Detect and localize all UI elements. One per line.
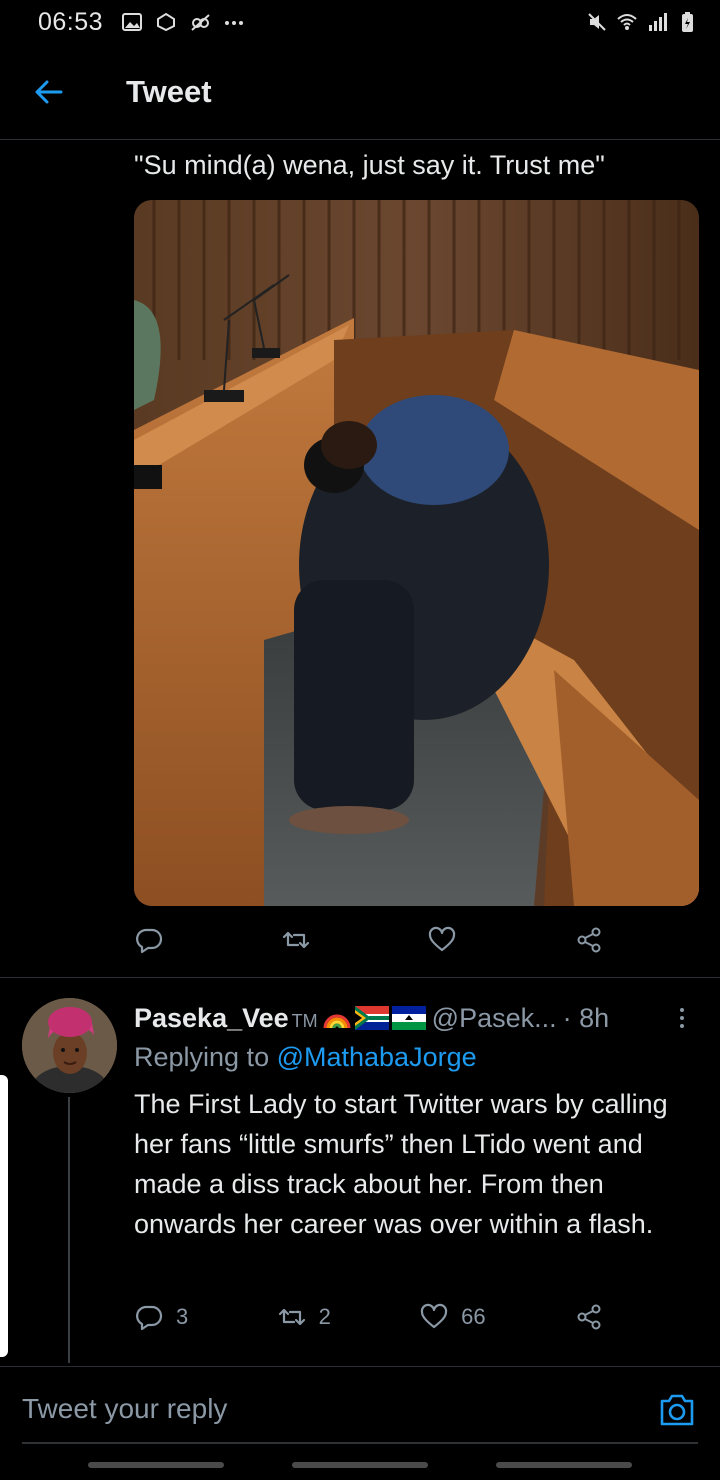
share-button[interactable] <box>574 925 604 955</box>
like-count: 66 <box>461 1304 486 1329</box>
reply-button[interactable] <box>134 925 164 955</box>
tweet-text: "Su mind(a) wena, just say it. Trust me" <box>134 150 605 180</box>
reply-actions: 3 2 66 <box>134 1302 604 1332</box>
name-emojis <box>322 1006 426 1030</box>
nav-recents-handle[interactable] <box>88 1462 224 1468</box>
avatar[interactable] <box>22 998 117 1093</box>
reply-count: 3 <box>176 1304 189 1329</box>
retweet-count: 2 <box>318 1304 331 1329</box>
lesotho-flag <box>391 1006 426 1030</box>
more-dots-icon <box>223 11 245 33</box>
battery-icon <box>676 11 698 33</box>
replying-to-mention[interactable]: @MathabaJorge <box>277 1042 477 1072</box>
tweet-image[interactable] <box>134 200 699 906</box>
reply-text: The First Lady to start Twitter wars by … <box>134 1089 668 1239</box>
retweet-button[interactable] <box>281 925 311 955</box>
like-button[interactable] <box>427 925 457 955</box>
reply-reply-button[interactable]: 3 <box>134 1302 188 1332</box>
status-bar: 06:53 <box>0 0 720 44</box>
composer-underline <box>22 1442 698 1444</box>
trademark-label: TM <box>291 1010 318 1031</box>
back-button[interactable] <box>19 62 79 122</box>
side-panel-handle[interactable] <box>0 1075 8 1357</box>
nav-back-handle[interactable] <box>496 1462 632 1468</box>
reply-display-name[interactable]: Paseka_Vee <box>134 1003 289 1034</box>
reply-icon <box>136 928 163 954</box>
like-icon <box>429 926 456 952</box>
reply-header: Paseka_Vee TM @Pasek... · 8h <box>134 1000 694 1036</box>
reply-input[interactable] <box>22 1389 582 1429</box>
sync-icon <box>155 11 177 33</box>
rainbow-emoji <box>323 1014 351 1029</box>
wifi-icon <box>616 11 638 33</box>
reply-handle[interactable]: @Pasek... <box>432 1003 557 1034</box>
thread-line <box>68 1097 70 1363</box>
reply-timestamp: · 8h <box>562 1002 610 1033</box>
divider <box>0 977 720 978</box>
more-dot <box>680 1016 684 1020</box>
share-icon <box>577 927 601 953</box>
tweet-actions <box>134 925 604 955</box>
system-nav-bar <box>0 1462 720 1474</box>
page-title: Tweet <box>126 73 212 109</box>
status-right-icons <box>586 11 698 33</box>
retweet-icon <box>278 1308 305 1326</box>
camera-icon <box>660 1394 694 1426</box>
app-header: Tweet <box>0 44 720 140</box>
retweet-icon <box>282 931 309 949</box>
status-time: 06:53 <box>38 7 104 36</box>
like-icon <box>421 1303 448 1329</box>
reply-like-button[interactable]: 66 <box>419 1302 486 1332</box>
arrow-left-icon <box>35 80 63 103</box>
south-africa-flag <box>354 1006 389 1030</box>
reply-share-button[interactable] <box>574 1302 604 1332</box>
mute-icon <box>586 11 608 33</box>
nav-home-handle[interactable] <box>292 1462 428 1468</box>
signal-icon <box>646 11 668 33</box>
camera-button[interactable] <box>658 1392 696 1428</box>
share-icon <box>577 1304 601 1330</box>
more-options-button[interactable] <box>670 1003 694 1033</box>
reply-icon <box>136 1305 163 1331</box>
status-left-icons <box>121 11 245 33</box>
replying-to-label: Replying to <box>134 1042 277 1072</box>
reply-composer <box>0 1366 720 1446</box>
more-dot <box>680 1024 684 1028</box>
gallery-icon <box>121 11 143 33</box>
reply-retweet-button[interactable]: 2 <box>277 1302 331 1332</box>
replying-to: Replying to @MathabaJorge <box>134 1042 477 1073</box>
no-sim-icon <box>189 11 211 33</box>
more-dot <box>680 1008 684 1012</box>
